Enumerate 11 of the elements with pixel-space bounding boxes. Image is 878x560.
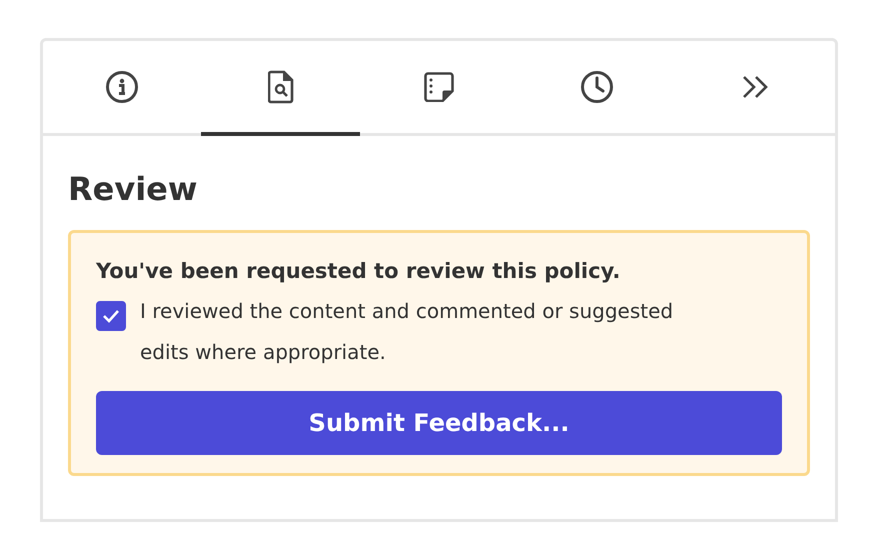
check-icon	[102, 309, 120, 323]
clock-icon	[580, 70, 614, 104]
checkbox-label: I reviewed the content and commented or suggested edits where appropriate.	[140, 298, 674, 366]
double-chevron-icon	[742, 74, 770, 98]
note-icon	[424, 72, 454, 102]
section-title: Review	[68, 170, 198, 208]
review-heading: You've been requested to review this policy.	[96, 259, 622, 283]
checkbox[interactable]	[96, 301, 126, 331]
document-search-icon	[268, 70, 294, 104]
submit-button[interactable]: Submit Feedback...	[96, 391, 782, 455]
info-icon	[105, 70, 140, 104]
